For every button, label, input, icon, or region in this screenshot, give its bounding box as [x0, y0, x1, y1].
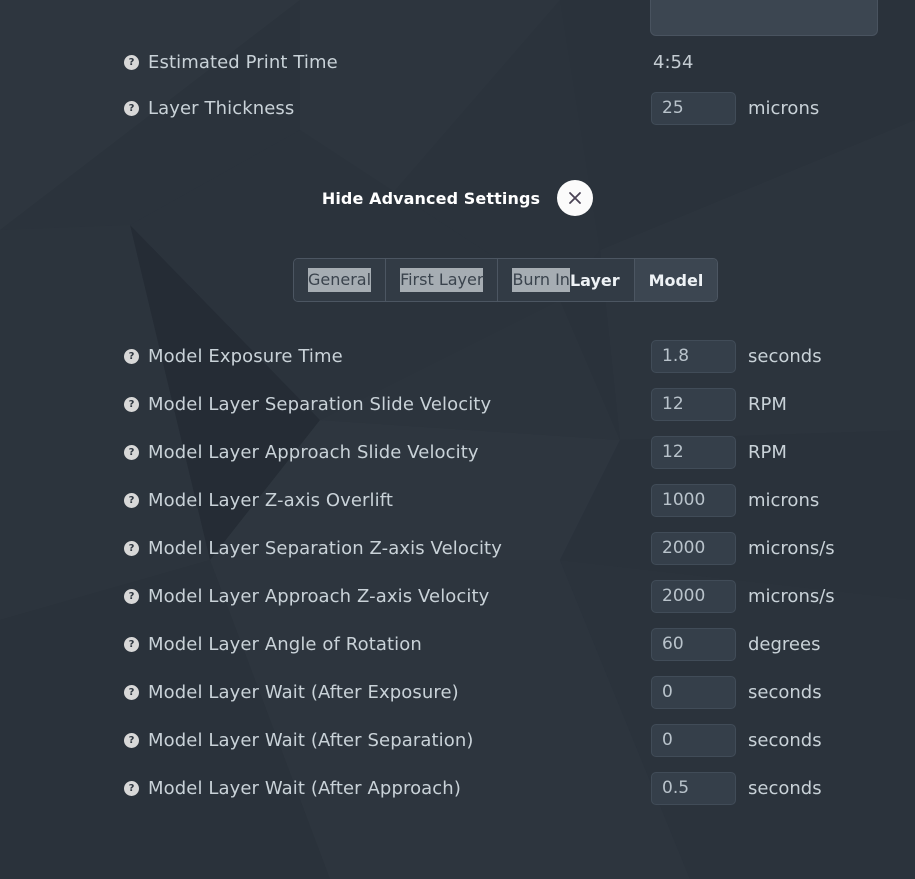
hide-advanced-settings-bar: Hide Advanced Settings [0, 180, 915, 216]
unit-label: seconds [748, 681, 822, 703]
unit-label: microns/s [748, 585, 835, 607]
unit-label: seconds [748, 345, 822, 367]
tab-model[interactable]: Model [634, 259, 718, 301]
unit-label: microns [748, 97, 820, 119]
summary-row-value-cell: 4:54 [651, 52, 693, 73]
question-mark-icon[interactable]: ? [124, 732, 139, 748]
setting-label: Model Layer Wait (After Separation) [148, 729, 474, 751]
setting-value-cell: microns [651, 483, 820, 517]
setting-row: ? Model Layer Wait (After Approach) second… [0, 771, 915, 805]
setting-label: Model Layer Approach Slide Velocity [148, 441, 479, 463]
tab-first-layer[interactable]: First Layer [386, 259, 499, 301]
setting-row: ? Model Exposure Time seconds [0, 339, 915, 373]
question-mark-icon[interactable]: ? [124, 684, 139, 700]
tab-label-selected-part: General [308, 268, 372, 292]
setting-row: ? Model Layer Wait (After Separation) seco… [0, 723, 915, 757]
setting-row: ? Model Layer Z-axis Overlift microns [0, 483, 915, 517]
unit-label: seconds [748, 777, 822, 799]
unit-label: RPM [748, 393, 787, 415]
estimated-print-time-value: 4:54 [653, 51, 694, 73]
setting-value-input[interactable] [651, 723, 736, 757]
question-mark-icon[interactable]: ? [124, 54, 139, 70]
question-mark-icon[interactable]: ? [124, 588, 139, 604]
close-advanced-settings-button[interactable] [557, 180, 594, 216]
cut-off-dropdown[interactable] [650, 0, 878, 36]
setting-label-cell: ? Model Layer Z-axis Overlift [124, 490, 393, 511]
layer-thickness-input[interactable] [651, 91, 736, 125]
setting-label-cell: ? Model Layer Separation Slide Velocity [124, 394, 491, 415]
tab-label: Model [648, 270, 704, 290]
unit-label: degrees [748, 633, 821, 655]
setting-label: Model Layer Angle of Rotation [148, 633, 422, 655]
tab-burn-in-layer[interactable]: Burn In Layer [498, 259, 635, 301]
question-mark-icon[interactable]: ? [124, 636, 139, 652]
setting-value-cell: seconds [651, 339, 822, 373]
setting-value-input[interactable] [651, 387, 736, 421]
unit-label: seconds [748, 729, 822, 751]
unit-label: RPM [748, 441, 787, 463]
setting-row: ? Model Layer Approach Z-axis Velocity mic… [0, 579, 915, 613]
summary-row-value-cell: microns [651, 91, 820, 125]
setting-value-cell: RPM [651, 435, 787, 469]
advanced-settings-panel: ? Estimated Print Time 4:54? Layer Thicknes… [0, 0, 915, 879]
settings-tab-group[interactable]: General First Layer Burn In Layer Model [293, 258, 719, 302]
setting-value-input[interactable] [651, 675, 736, 709]
question-mark-icon[interactable]: ? [124, 492, 139, 508]
setting-value-input[interactable] [651, 771, 736, 805]
setting-label-cell: ? Model Layer Separation Z-axis Velocity [124, 538, 502, 559]
tab-general[interactable]: General [294, 259, 387, 301]
summary-row-label: Layer Thickness [148, 97, 295, 119]
close-x-icon [568, 191, 582, 205]
setting-row: ? Model Layer Angle of Rotation degrees [0, 627, 915, 661]
setting-row: ? Model Layer Separation Slide Velocity RP… [0, 387, 915, 421]
tab-label-selected-part: First Layer [400, 268, 484, 292]
tab-label-selected-part: Burn In [512, 268, 570, 292]
setting-value-cell: seconds [651, 723, 822, 757]
setting-value-cell: microns/s [651, 531, 835, 565]
setting-label: Model Layer Z-axis Overlift [148, 489, 394, 511]
setting-label: Model Layer Approach Z-axis Velocity [148, 585, 490, 607]
setting-label-cell: ? Model Layer Approach Z-axis Velocity [124, 586, 489, 607]
setting-label-cell: ? Model Layer Wait (After Exposure) [124, 682, 459, 703]
setting-value-cell: microns/s [651, 579, 835, 613]
setting-label: Model Layer Wait (After Exposure) [148, 681, 459, 703]
setting-label: Model Layer Separation Z-axis Velocity [148, 537, 502, 559]
unit-label: microns [748, 489, 820, 511]
setting-value-cell: seconds [651, 771, 822, 805]
summary-row-label: Estimated Print Time [148, 51, 338, 73]
setting-label-cell: ? Model Layer Angle of Rotation [124, 634, 422, 655]
summary-row-label-cell: ? Estimated Print Time [124, 52, 338, 73]
setting-value-cell: RPM [651, 387, 787, 421]
setting-label-cell: ? Model Layer Approach Slide Velocity [124, 442, 479, 463]
setting-label: Model Layer Wait (After Approach) [148, 777, 461, 799]
setting-row: ? Model Layer Wait (After Exposure) second… [0, 675, 915, 709]
setting-value-cell: seconds [651, 675, 822, 709]
setting-value-input[interactable] [651, 483, 736, 517]
tab-label: Layer [569, 270, 620, 290]
setting-value-input[interactable] [651, 627, 736, 661]
setting-label: Model Exposure Time [148, 345, 343, 367]
unit-label: microns/s [748, 537, 835, 559]
setting-value-input[interactable] [651, 339, 736, 373]
setting-label: Model Layer Separation Slide Velocity [148, 393, 492, 415]
setting-label-cell: ? Model Layer Wait (After Separation) [124, 730, 474, 751]
hide-advanced-settings-label[interactable]: Hide Advanced Settings [322, 189, 540, 208]
summary-row: ? Estimated Print Time 4:54 [0, 47, 915, 77]
setting-label-cell: ? Model Layer Wait (After Approach) [124, 778, 461, 799]
question-mark-icon[interactable]: ? [124, 444, 139, 460]
question-mark-icon[interactable]: ? [124, 348, 139, 364]
setting-row: ? Model Layer Approach Slide Velocity RPM [0, 435, 915, 469]
setting-label-cell: ? Model Exposure Time [124, 346, 343, 367]
question-mark-icon[interactable]: ? [124, 780, 139, 796]
summary-row: ? Layer Thickness microns [0, 91, 915, 125]
summary-row-label-cell: ? Layer Thickness [124, 98, 294, 119]
setting-value-input[interactable] [651, 579, 736, 613]
question-mark-icon[interactable]: ? [124, 100, 139, 116]
setting-row: ? Model Layer Separation Z-axis Velocity m… [0, 531, 915, 565]
setting-value-input[interactable] [651, 435, 736, 469]
question-mark-icon[interactable]: ? [124, 396, 139, 412]
setting-value-cell: degrees [651, 627, 821, 661]
setting-value-input[interactable] [651, 531, 736, 565]
question-mark-icon[interactable]: ? [124, 540, 139, 556]
